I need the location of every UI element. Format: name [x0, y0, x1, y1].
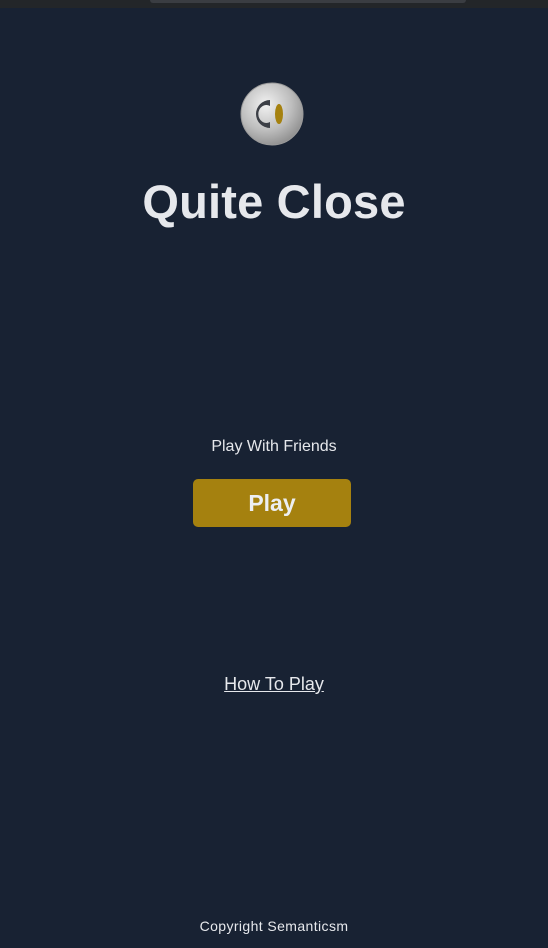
play-button[interactable]: Play [193, 479, 351, 527]
quite-close-logo-icon [240, 82, 304, 146]
play-with-friends-label: Play With Friends [211, 438, 337, 455]
browser-top-bar [0, 0, 548, 8]
copyright-text: Copyright Semanticsm [199, 918, 349, 934]
how-to-play-container: How To Play [0, 674, 548, 695]
browser-tab-strip [150, 0, 466, 3]
how-to-play-link[interactable]: How To Play [224, 674, 324, 694]
page [0, 8, 548, 948]
page-title: Quite Close [142, 175, 406, 228]
